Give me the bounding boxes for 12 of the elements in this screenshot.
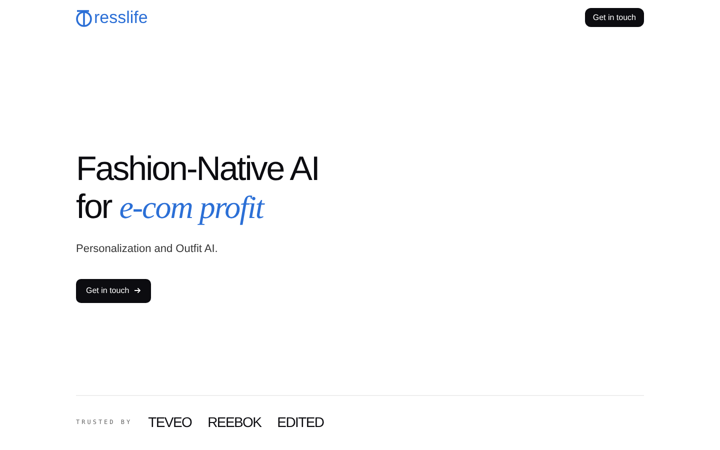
logo-text: resslife (94, 9, 148, 26)
arrow-icon (134, 287, 142, 294)
hero-title-accent: e-com profit (119, 188, 264, 226)
logo-icon (76, 8, 93, 26)
hero-subtitle: Personalization and Outfit AI. (76, 242, 219, 257)
hero-title: for (76, 188, 112, 226)
hero-title: Fashion-Native AI (76, 150, 320, 188)
brand-logo: EDITED (277, 412, 324, 432)
header-contact-button[interactable]: Get in touch (584, 8, 644, 27)
brand-logo: REEBOK (208, 412, 262, 432)
brand-logo: TEVEO (148, 412, 192, 432)
contact-button[interactable]: Get in touch (76, 278, 152, 302)
